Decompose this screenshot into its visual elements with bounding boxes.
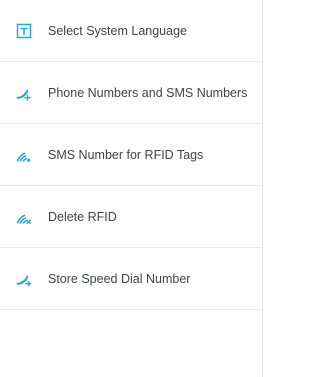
menu-item-phone-numbers-and-sms-numbers[interactable]: Phone Numbers and SMS Numbers <box>0 62 262 124</box>
menu-item-sms-number-for-rfid-tags[interactable]: SMS Number for RFID Tags <box>0 124 262 186</box>
menu-item-delete-rfid[interactable]: Delete RFID <box>0 186 262 248</box>
phone-plus-icon <box>15 84 33 102</box>
menu-item-label: Delete RFID <box>48 209 117 224</box>
language-icon <box>15 22 33 40</box>
rfid-delete-icon <box>15 208 33 226</box>
empty-content-area <box>0 310 263 377</box>
speed-dial-icon <box>15 270 33 288</box>
menu-item-label: Store Speed Dial Number <box>48 271 191 286</box>
rfid-signal-icon <box>15 146 33 164</box>
settings-screen: Select System Language Phone Numbers and… <box>0 0 263 377</box>
menu-item-label: SMS Number for RFID Tags <box>48 147 204 162</box>
menu-item-select-system-language[interactable]: Select System Language <box>0 0 262 62</box>
menu-item-label: Select System Language <box>48 23 187 38</box>
settings-menu-list: Select System Language Phone Numbers and… <box>0 0 263 310</box>
menu-item-store-speed-dial-number[interactable]: Store Speed Dial Number <box>0 248 262 310</box>
menu-item-label: Phone Numbers and SMS Numbers <box>48 85 248 100</box>
